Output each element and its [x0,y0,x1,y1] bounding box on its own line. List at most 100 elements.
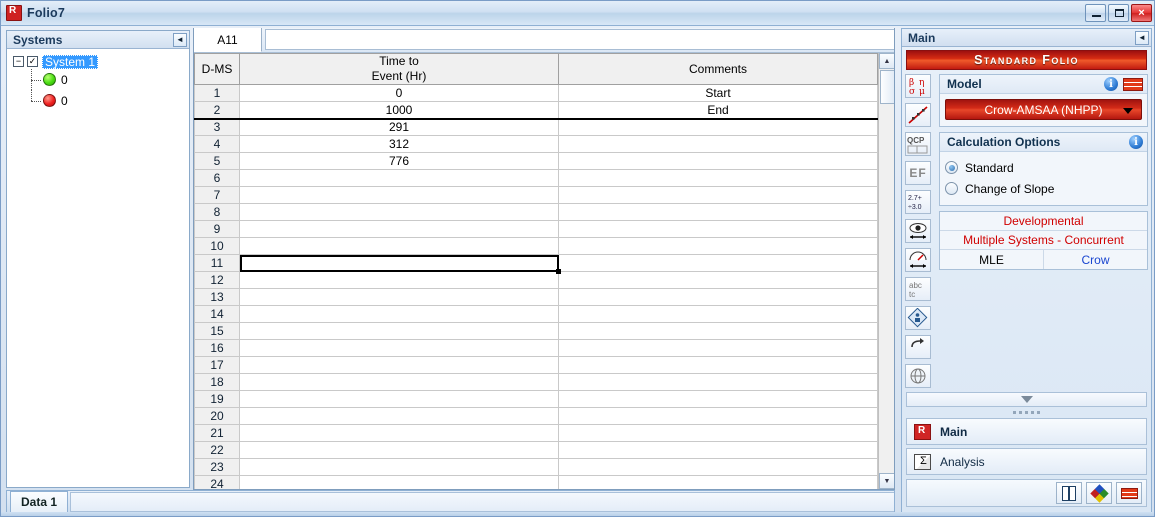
qcp-icon[interactable]: QCP [905,132,931,156]
cell-comments[interactable] [558,118,878,136]
view-range-icon[interactable] [905,219,931,243]
minimize-button[interactable] [1085,4,1106,22]
cell-comments[interactable]: End [558,101,878,120]
row-header[interactable]: 6 [194,169,240,187]
cell-time-to-event[interactable] [239,271,559,289]
scroll-up-button[interactable]: ▲ [879,53,894,69]
cell-comments[interactable] [558,254,878,272]
row-header[interactable]: 1 [194,84,240,102]
cell-time-to-event[interactable] [239,356,559,374]
cell-comments[interactable] [558,152,878,170]
table-row[interactable]: 10 [194,237,878,255]
table-row[interactable]: 17 [194,356,878,374]
table-row[interactable]: 6 [194,169,878,187]
close-button[interactable]: × [1131,4,1152,22]
cell-time-to-event[interactable] [239,407,559,425]
cell-time-to-event[interactable] [239,424,559,442]
ef-icon[interactable]: EF [905,161,931,185]
cell-comments[interactable] [558,186,878,204]
row-header[interactable]: 24 [194,475,240,489]
expander-icon[interactable]: − [13,56,24,67]
row-header[interactable]: 11 [194,254,240,272]
row-header[interactable]: 12 [194,271,240,289]
table-row[interactable]: 4 312 [194,135,878,153]
row-header[interactable]: 5 [194,152,240,170]
row-header[interactable]: 4 [194,135,240,153]
row-header[interactable]: 8 [194,203,240,221]
table-row[interactable]: 11 [194,254,878,275]
cell-comments[interactable] [558,135,878,153]
row-header[interactable]: 17 [194,356,240,374]
cell-comments[interactable] [558,373,878,391]
row-header[interactable]: 21 [194,424,240,442]
cell-comments[interactable] [558,407,878,425]
table-row[interactable]: 13 [194,288,878,306]
cell-time-to-event[interactable] [239,186,559,204]
table-row[interactable]: 24 [194,475,878,489]
cell-time-to-event[interactable] [239,475,559,489]
cell-time-to-event[interactable]: 291 [239,118,559,136]
formula-input[interactable] [265,29,894,50]
row-header[interactable]: 7 [194,186,240,204]
table-row[interactable]: 22 [194,441,878,459]
scatter-plot-icon[interactable] [905,103,931,127]
row-header[interactable]: 14 [194,305,240,323]
cell-time-to-event[interactable] [239,237,559,255]
grid-vertical-scrollbar[interactable]: ▲ ▼ [878,53,894,489]
undo-icon[interactable] [905,335,931,359]
radio-standard-icon[interactable] [945,161,958,174]
tree-child-red[interactable]: 0 [13,90,189,111]
nav-button-analysis[interactable]: Analysis [906,448,1147,475]
cell-time-to-event[interactable] [239,169,559,187]
model-dropdown[interactable]: Crow-AMSAA (NHPP) [945,99,1142,120]
row-header[interactable]: 9 [194,220,240,238]
table-row[interactable]: 5 776 [194,152,878,170]
cell-comments[interactable] [558,390,878,408]
plot-view-button[interactable] [1086,482,1112,504]
scroll-thumb[interactable] [879,70,894,104]
cell-comments[interactable] [558,322,878,340]
table-row[interactable]: 7 [194,186,878,204]
radio-option-change-of-slope[interactable]: Change of Slope [945,178,1142,199]
column-header-comments[interactable]: Comments [558,53,878,85]
gauge-icon[interactable] [905,248,931,272]
tree-node-system-1[interactable]: − ✓ System 1 [13,54,189,69]
globe-icon[interactable] [905,364,931,388]
cell-time-to-event[interactable] [239,441,559,459]
abc-text-icon[interactable]: abc tc [905,277,931,301]
panel-collapse-bar[interactable] [906,392,1147,407]
numeric-convert-icon[interactable]: 2.7+ ÷3.0 [905,190,931,214]
cell-comments[interactable] [558,271,878,289]
cell-time-to-event[interactable] [239,203,559,221]
cell-comments[interactable] [558,203,878,221]
cell-comments[interactable] [558,237,878,255]
table-row[interactable]: 21 [194,424,878,442]
radio-option-standard[interactable]: Standard [945,157,1142,178]
table-row[interactable]: 20 [194,407,878,425]
maximize-button[interactable] [1108,4,1129,22]
table-row[interactable]: 18 [194,373,878,391]
sheet-tab-data-1[interactable]: Data 1 [10,491,69,512]
sheet-view-button[interactable] [1056,482,1082,504]
cell-time-to-event[interactable] [239,254,562,275]
model-info-icon[interactable]: i [1104,77,1118,91]
row-header[interactable]: 20 [194,407,240,425]
table-row[interactable]: 15 [194,322,878,340]
cell-comments[interactable] [558,288,878,306]
row-header[interactable]: 22 [194,441,240,459]
table-row[interactable]: 1 0 Start [194,84,878,102]
table-row[interactable]: 16 [194,339,878,357]
cell-comments[interactable] [558,356,878,374]
cell-comments[interactable] [558,169,878,187]
cell-comments[interactable] [558,475,878,489]
cell-comments[interactable] [558,424,878,442]
table-row[interactable]: 9 [194,220,878,238]
cell-time-to-event[interactable] [239,322,559,340]
cell-comments[interactable] [558,458,878,476]
table-row[interactable]: 19 [194,390,878,408]
tree-child-green[interactable]: 0 [13,69,189,90]
cell-comments[interactable] [558,339,878,357]
table-row[interactable]: 14 [194,305,878,323]
cell-comments[interactable]: Start [558,84,878,102]
table-row[interactable]: 8 [194,203,878,221]
